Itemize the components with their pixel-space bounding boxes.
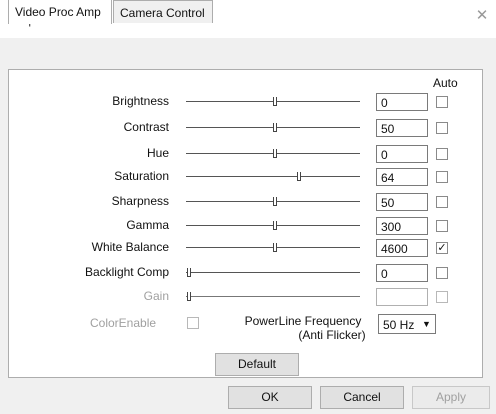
tab-camera-control[interactable]: Camera Control	[113, 0, 213, 23]
contrast-slider-thumb[interactable]	[273, 123, 277, 132]
powerline-frequency-label-line1: PowerLine Frequency	[244, 314, 362, 328]
chevron-down-icon[interactable]: ▼	[419, 316, 434, 332]
ok-button[interactable]: OK	[228, 386, 312, 409]
color-enable-label: ColorEnable	[90, 316, 157, 330]
close-icon[interactable]: ✕	[474, 8, 490, 24]
saturation-label: Saturation	[114, 169, 169, 183]
gamma-label: Gamma	[126, 218, 169, 232]
saturation-slider-track[interactable]	[186, 176, 360, 177]
saturation-slider-thumb[interactable]	[297, 172, 301, 181]
hue-label: Hue	[146, 146, 169, 160]
gamma-slider-thumb[interactable]	[273, 221, 277, 230]
powerline-frequency-label: PowerLine Frequency (Anti Flicker)	[228, 314, 378, 342]
sharpness-value-field[interactable]: 50	[376, 193, 428, 211]
powerline-frequency-select[interactable]: 50 Hz ▼	[378, 314, 436, 334]
gain-value-field	[376, 288, 428, 306]
powerline-frequency-selected-value: 50 Hz	[383, 318, 415, 332]
powerline-frequency-label-line2: (Anti Flicker)	[298, 328, 366, 342]
auto-column-header: Auto	[433, 76, 458, 90]
white-balance-label: White Balance	[91, 240, 169, 254]
brightness-slider-thumb[interactable]	[273, 97, 277, 106]
brightness-label: Brightness	[112, 94, 169, 108]
gain-auto-checkbox	[436, 291, 448, 303]
cancel-button[interactable]: Cancel	[320, 386, 404, 409]
white-balance-slider-thumb[interactable]	[273, 243, 277, 252]
hue-value-field[interactable]: 0	[376, 145, 428, 163]
saturation-value-field[interactable]: 64	[376, 168, 428, 186]
white-balance-value-field[interactable]: 4600	[376, 239, 428, 257]
sharpness-slider-thumb[interactable]	[273, 197, 277, 206]
tab-video-proc-amp[interactable]: Video Proc Amp	[8, 0, 112, 24]
apply-button: Apply	[412, 386, 490, 409]
default-button[interactable]: Default	[215, 353, 299, 376]
hue-auto-checkbox[interactable]	[436, 148, 448, 160]
backlight-comp-slider-thumb[interactable]	[187, 268, 191, 277]
white-balance-auto-checkbox[interactable]: ✓	[436, 242, 448, 254]
saturation-auto-checkbox[interactable]	[436, 171, 448, 183]
backlight-comp-value-field[interactable]: 0	[376, 264, 428, 282]
backlight-comp-auto-checkbox[interactable]	[436, 267, 448, 279]
contrast-auto-checkbox[interactable]	[436, 122, 448, 134]
gamma-auto-checkbox[interactable]	[436, 220, 448, 232]
color-enable-checkbox	[187, 317, 199, 329]
backlight-comp-slider-track[interactable]	[186, 272, 360, 273]
sharpness-auto-checkbox[interactable]	[436, 196, 448, 208]
gain-label: Gain	[143, 289, 169, 303]
sharpness-label: Sharpness	[111, 194, 169, 208]
backlight-comp-label: Backlight Comp	[84, 265, 169, 279]
contrast-label: Contrast	[123, 120, 169, 134]
gain-slider-track	[186, 296, 360, 297]
brightness-auto-checkbox[interactable]	[436, 96, 448, 108]
gain-slider-thumb	[187, 292, 191, 301]
hue-slider-thumb[interactable]	[273, 149, 277, 158]
brightness-value-field[interactable]: 0	[376, 93, 428, 111]
gamma-value-field[interactable]: 300	[376, 217, 428, 235]
contrast-value-field[interactable]: 50	[376, 119, 428, 137]
